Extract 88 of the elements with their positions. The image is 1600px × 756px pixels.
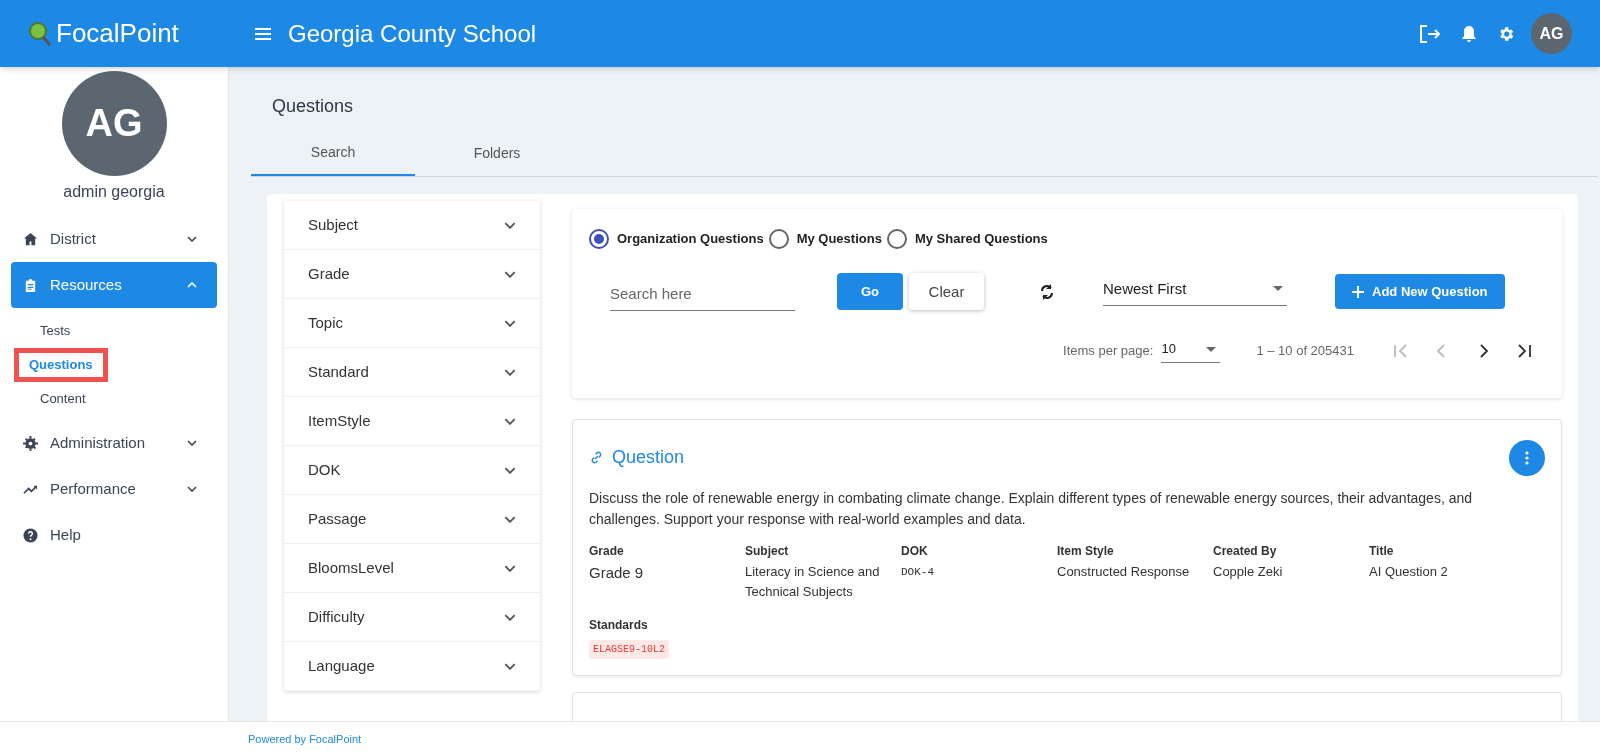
- question-text: Discuss the role of renewable energy in combating climate change. Explain different types of renewable energy sources, their advantages, and challenges. Support your response with real-world examples and data.: [589, 488, 1474, 529]
- powered-by-link[interactable]: Powered by FocalPoint: [248, 730, 362, 748]
- user-name: admin georgia: [63, 182, 165, 202]
- field-label: Subject: [745, 542, 790, 560]
- tab[interactable]: Folders: [415, 130, 579, 176]
- add-question-button[interactable]: Add New Question: [1335, 274, 1505, 310]
- filter-item[interactable]: BloomsLevel: [284, 544, 540, 593]
- chevron-icon: [187, 236, 197, 242]
- nav-item[interactable]: District: [11, 216, 217, 262]
- chevron-icon: [504, 515, 516, 523]
- first-page-icon: [1392, 343, 1409, 359]
- submenu-item[interactable]: Tests: [29, 321, 82, 341]
- chevron-icon: [504, 368, 516, 376]
- more-options-button[interactable]: [1509, 439, 1545, 476]
- items-per-page-select[interactable]: 10: [1161, 339, 1221, 363]
- field-value: DOK-4: [901, 564, 935, 580]
- magnifier-logo-icon: [28, 20, 52, 47]
- field-value: Constructed Response: [1057, 562, 1191, 581]
- filter-item[interactable]: Topic: [284, 299, 540, 348]
- nav-item[interactable]: Performance: [11, 466, 217, 512]
- filter-item[interactable]: Passage: [284, 495, 540, 544]
- field-label: Created By: [1213, 542, 1278, 560]
- logout-icon[interactable]: [1419, 23, 1441, 44]
- filter-item[interactable]: Subject: [284, 201, 540, 250]
- question-title[interactable]: Question: [612, 444, 685, 471]
- submenu-item[interactable]: Questions: [14, 348, 108, 382]
- filter-item[interactable]: Difficulty: [284, 593, 540, 642]
- settings-icon: [23, 435, 38, 451]
- chevron-icon: [504, 564, 516, 572]
- chevron-icon: [504, 270, 516, 278]
- radio-button[interactable]: [768, 229, 789, 249]
- radio-option[interactable]: Organization Questions: [589, 229, 766, 249]
- clipboard-icon: [23, 277, 38, 293]
- radio-option[interactable]: My Questions: [768, 229, 884, 249]
- refresh-icon[interactable]: [1039, 282, 1055, 301]
- help-icon: [23, 527, 38, 543]
- brand-name: FocalPoint: [56, 17, 179, 50]
- chevron-icon: [187, 486, 197, 492]
- school-name: Georgia County School: [288, 18, 537, 49]
- profile-avatar: AG: [61, 71, 167, 176]
- filter-item[interactable]: Language: [284, 642, 540, 691]
- field-value: AI Question 2: [1369, 562, 1449, 581]
- field-value: Copple Zeki: [1213, 562, 1284, 581]
- chevron-icon: [504, 221, 516, 229]
- chevron-icon: [504, 613, 516, 621]
- field-label: Item Style: [1057, 542, 1115, 560]
- search-field[interactable]: Search here: [610, 283, 795, 311]
- dropdown-arrow-icon: [1206, 346, 1217, 352]
- filter-item[interactable]: DOK: [284, 446, 540, 495]
- chevron-icon: [504, 319, 516, 327]
- user-avatar[interactable]: AG: [1531, 13, 1572, 54]
- field-value: Literacy in Science and Technical Subjects: [745, 562, 881, 601]
- filter-item[interactable]: Grade: [284, 250, 540, 299]
- chevron-icon: [504, 466, 516, 474]
- tab[interactable]: Search: [251, 130, 415, 176]
- field-label: Standards: [589, 616, 649, 634]
- nav-item[interactable]: Administration: [11, 420, 217, 466]
- dropdown-arrow-icon: [1273, 286, 1283, 292]
- link-icon: [589, 450, 604, 465]
- plus-icon: [1352, 285, 1364, 298]
- menu-icon[interactable]: [254, 26, 272, 41]
- field-label: DOK: [901, 542, 929, 560]
- radio-option[interactable]: My Shared Questions: [886, 229, 1050, 249]
- radio-button[interactable]: [589, 229, 609, 249]
- chevron-icon: [504, 417, 516, 425]
- submenu-item[interactable]: Content: [29, 389, 97, 409]
- nav-item[interactable]: Help: [11, 512, 217, 558]
- filter-item[interactable]: Standard: [284, 348, 540, 397]
- page-title: Questions: [272, 95, 355, 118]
- filter-item[interactable]: ItemStyle: [284, 397, 540, 446]
- sort-dropdown[interactable]: Newest First: [1103, 277, 1287, 306]
- page-range: 1 – 10 of 205431: [1256, 342, 1354, 361]
- standard-tag: ELAGSE9-10L2: [589, 639, 669, 659]
- nav-item[interactable]: Resources: [11, 262, 217, 308]
- clear-button[interactable]: Clear: [909, 273, 984, 311]
- last-page-icon: [1515, 343, 1532, 359]
- radio-button[interactable]: [886, 229, 907, 249]
- go-button[interactable]: Go: [837, 273, 903, 311]
- more-vertical-icon: [1525, 450, 1529, 465]
- notification-bell-icon[interactable]: [1461, 24, 1477, 43]
- chevron-icon: [504, 662, 516, 670]
- field-label: Title: [1369, 542, 1395, 560]
- items-per-page-label: Items per page:: [1063, 342, 1154, 361]
- chevron-icon: [187, 282, 197, 288]
- field-value: Grade 9: [589, 562, 645, 583]
- chevron-icon: [187, 440, 197, 446]
- home-icon: [23, 231, 38, 247]
- field-label: Grade: [589, 542, 625, 560]
